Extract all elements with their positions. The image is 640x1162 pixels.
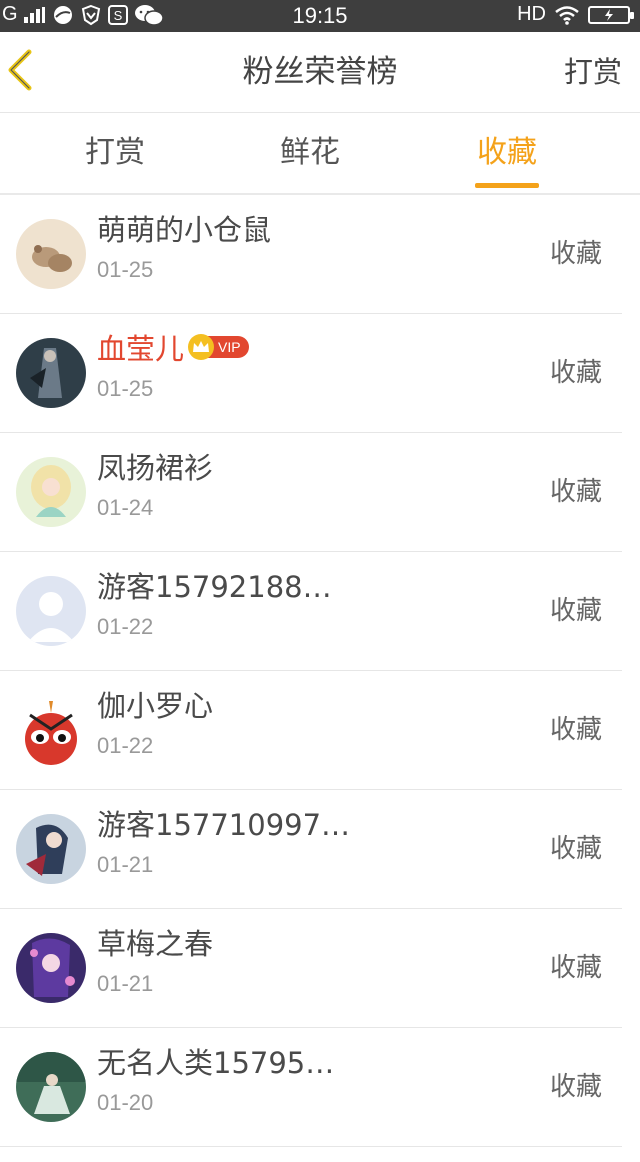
favorite-label: 收藏	[549, 1072, 602, 1102]
name-line: 无名人类15795…	[97, 1040, 334, 1082]
user-name: 游客157710997…	[97, 808, 351, 842]
date: 01-21	[97, 971, 154, 996]
battery-icon	[588, 5, 634, 24]
list-item[interactable]: 血莹儿 VIP 01-25 收藏	[0, 314, 622, 433]
fan-list: 萌萌的小仓鼠 01-25 收藏 血莹儿 VIP 01-25 收藏 凤扬裙衫 01…	[0, 195, 640, 1147]
tab-reward[interactable]: 打赏	[45, 113, 185, 193]
list-item[interactable]: 萌萌的小仓鼠 01-25 收藏	[0, 195, 622, 314]
user-name: 游客15792188…	[97, 570, 332, 604]
list-item[interactable]: 伽小罗心 01-22 收藏	[0, 671, 622, 790]
date: 01-22	[97, 733, 154, 758]
date: 01-20	[97, 1090, 154, 1115]
wifi-icon	[554, 5, 580, 25]
name-line: 萌萌的小仓鼠	[97, 207, 271, 249]
list-item[interactable]: 凤扬裙衫 01-24 收藏	[0, 433, 622, 552]
list-item[interactable]: 游客15792188… 01-22 收藏	[0, 552, 622, 671]
tab-bar: 打赏 鲜花 收藏	[0, 113, 640, 195]
reward-button[interactable]: 打赏	[564, 32, 622, 112]
name-line: 伽小罗心	[97, 683, 213, 725]
user-name: 萌萌的小仓鼠	[97, 213, 272, 247]
favorite-label: 收藏	[549, 239, 602, 269]
avatar[interactable]	[16, 457, 86, 527]
hd-label: HD	[517, 3, 546, 25]
avatar[interactable]	[16, 338, 86, 408]
status-right: HD	[517, 3, 634, 26]
name-line: 血莹儿 VIP	[97, 326, 249, 368]
crown-icon	[188, 334, 215, 360]
navigation-bar: 粉丝荣誉榜 打赏	[0, 32, 640, 113]
favorite-label: 收藏	[549, 834, 602, 864]
avatar[interactable]	[16, 933, 86, 1003]
user-name: 草梅之春	[97, 927, 214, 961]
name-line: 草梅之春	[97, 921, 213, 963]
date: 01-24	[97, 495, 154, 520]
list-item[interactable]: 无名人类15795… 01-20 收藏	[0, 1028, 622, 1147]
user-name: 无名人类15795…	[97, 1046, 335, 1080]
user-name: 血莹儿	[97, 332, 185, 366]
favorite-label: 收藏	[549, 715, 602, 745]
tab-flowers[interactable]: 鲜花	[240, 113, 380, 193]
date: 01-25	[97, 257, 154, 282]
tab-favorites[interactable]: 收藏	[437, 113, 577, 193]
favorite-label: 收藏	[549, 596, 602, 626]
date: 01-22	[97, 614, 154, 639]
name-line: 游客157710997…	[97, 802, 350, 844]
user-name: 伽小罗心	[97, 689, 214, 723]
page-title: 粉丝荣誉榜	[242, 54, 398, 90]
avatar[interactable]	[16, 576, 86, 646]
avatar[interactable]	[16, 814, 86, 884]
avatar[interactable]	[16, 695, 86, 765]
date: 01-21	[97, 852, 154, 877]
list-item[interactable]: 游客157710997… 01-21 收藏	[0, 790, 622, 909]
list-item[interactable]: 草梅之春 01-21 收藏	[0, 909, 622, 1028]
favorite-label: 收藏	[549, 477, 602, 507]
user-name: 凤扬裙衫	[97, 451, 214, 485]
active-tab-indicator	[475, 183, 539, 188]
status-bar: G S 19:15 HD	[0, 0, 640, 32]
favorite-label: 收藏	[549, 953, 602, 983]
name-line: 凤扬裙衫	[97, 445, 213, 487]
avatar[interactable]	[16, 1052, 86, 1122]
favorite-label: 收藏	[549, 358, 602, 388]
avatar[interactable]	[16, 219, 86, 289]
name-line: 游客15792188…	[97, 564, 332, 606]
date: 01-25	[97, 376, 154, 401]
vip-badge: VIP	[188, 334, 249, 360]
